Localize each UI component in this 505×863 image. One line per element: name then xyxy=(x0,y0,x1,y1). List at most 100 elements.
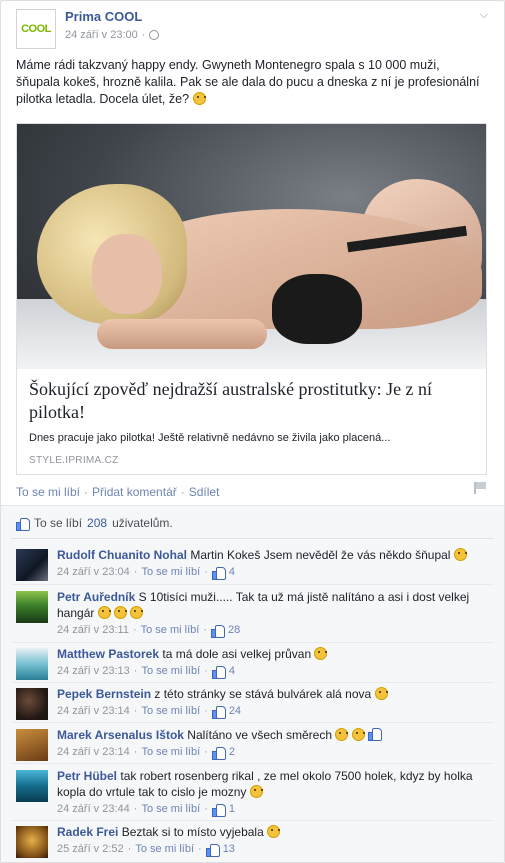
likes-suffix: uživatelům. xyxy=(112,516,173,530)
comments-section: To se líbí 208 uživatelům. Rudolf Chuani… xyxy=(1,506,504,862)
comment-like-count[interactable]: 13 xyxy=(223,841,235,857)
post-actions: To se mi líbí · Přidat komentář · Sdílet xyxy=(16,485,219,499)
smiley-icon xyxy=(130,606,144,619)
comment-time[interactable]: 24 září v 23:04 xyxy=(57,564,130,580)
like-button[interactable]: To se mi líbí xyxy=(16,485,80,499)
comment-like-button[interactable]: To se mi líbí xyxy=(141,801,200,817)
avatar[interactable] xyxy=(16,549,48,581)
post-message-text: Máme rádi takzvaný happy endy. Gwyneth M… xyxy=(16,58,480,106)
page-logo[interactable]: COOL xyxy=(16,9,56,49)
comment-author[interactable]: Radek Frei xyxy=(57,825,118,839)
meta-dot: · xyxy=(133,705,138,717)
comment-like-count[interactable]: 4 xyxy=(229,564,235,580)
comment-text: Nalítáno ve všech směrech xyxy=(187,728,333,742)
preview-title[interactable]: Šokující zpověď nejdražší australské pro… xyxy=(29,378,479,424)
comment-like-count[interactable]: 4 xyxy=(229,663,235,679)
preview-source: STYLE.IPRIMA.CZ xyxy=(29,455,119,466)
comment-like-count[interactable]: 24 xyxy=(229,703,241,719)
post-message: Máme rádi takzvaný happy endy. Gwyneth M… xyxy=(16,57,486,108)
avatar[interactable] xyxy=(16,770,48,802)
meta-dot: · xyxy=(204,566,208,578)
post-timestamp[interactable]: 24 září v 23:00 xyxy=(65,29,138,41)
thumbs-up-icon xyxy=(205,843,220,857)
meta-dot: · xyxy=(133,746,138,758)
comment-like-button[interactable]: To se mi líbí xyxy=(135,841,194,857)
comment-like-button[interactable]: To se mi líbí xyxy=(141,744,200,760)
comment-like-button[interactable]: To se mi líbí xyxy=(141,703,200,719)
divider xyxy=(11,642,494,643)
meta-dot: · xyxy=(127,843,132,855)
post-meta: 24 září v 23:00 · xyxy=(65,29,160,41)
comment-text: Beztak si to místo vyjebala xyxy=(121,825,264,839)
likes-summary: To se líbí 208 uživatelům. xyxy=(16,516,173,531)
post-header: COOL Prima COOL 24 září v 23:00 · ⌵ xyxy=(16,9,494,49)
comment-like-button[interactable]: To se mi líbí xyxy=(141,622,200,638)
thumbs-up-icon xyxy=(211,803,226,817)
comment-text: z této stránky se stává bulvárek alá nov… xyxy=(154,687,372,701)
preview-image[interactable] xyxy=(17,124,486,369)
divider xyxy=(11,682,494,683)
divider xyxy=(11,584,494,585)
flag-icon[interactable] xyxy=(474,482,486,494)
avatar[interactable] xyxy=(16,688,48,720)
comment-time[interactable]: 24 září v 23:13 xyxy=(57,663,130,679)
meta-dot: · xyxy=(133,803,138,815)
divider xyxy=(11,722,494,723)
meta-dot: · xyxy=(133,566,138,578)
avatar[interactable] xyxy=(16,591,48,623)
comment-like-button[interactable]: To se mi líbí xyxy=(141,663,200,679)
chevron-down-icon[interactable]: ⌵ xyxy=(480,9,488,22)
comment-author[interactable]: Marek Arsenalus Ištok xyxy=(57,728,184,742)
thumbs-up-icon xyxy=(16,517,30,531)
meta-dot: · xyxy=(141,29,146,41)
smiley-icon xyxy=(97,606,111,619)
divider xyxy=(11,763,494,764)
meta-dot: · xyxy=(204,803,208,815)
thumbs-up-icon xyxy=(211,665,226,679)
smiley-icon xyxy=(267,825,281,838)
meta-dot: · xyxy=(204,665,208,677)
thumbs-up-icon xyxy=(211,705,226,719)
link-preview[interactable]: Šokující zpověď nejdražší australské pro… xyxy=(16,123,487,475)
comment-author[interactable]: Pepek Bernstein xyxy=(57,687,151,701)
page-name-link[interactable]: Prima COOL xyxy=(65,9,142,24)
meta-dot: · xyxy=(198,843,202,855)
meta-dot: · xyxy=(203,624,207,636)
comment-button[interactable]: Přidat komentář xyxy=(92,485,177,499)
likes-prefix: To se líbí xyxy=(34,516,83,530)
smiley-icon xyxy=(249,785,263,798)
likes-count[interactable]: 208 xyxy=(87,516,107,530)
smiley-icon xyxy=(351,728,365,741)
divider xyxy=(11,538,494,539)
comment-like-count[interactable]: 28 xyxy=(228,622,240,638)
comment-text: ta má dole asi velkej průvan xyxy=(162,647,312,661)
comment-author[interactable]: Matthew Pastorek xyxy=(57,647,159,661)
avatar[interactable] xyxy=(16,826,48,858)
comment-time[interactable]: 24 září v 23:11 xyxy=(57,622,129,638)
share-button[interactable]: Sdílet xyxy=(189,485,220,499)
globe-icon xyxy=(149,30,160,40)
comment-like-count[interactable]: 2 xyxy=(229,744,235,760)
action-separator: · xyxy=(180,485,185,499)
smiley-icon xyxy=(335,728,349,741)
comment-like-count[interactable]: 1 xyxy=(229,801,235,817)
smiley-icon xyxy=(192,92,206,105)
comment-author[interactable]: Petr Hübel xyxy=(57,769,117,783)
smiley-icon xyxy=(453,548,467,561)
comment-time[interactable]: 25 září v 2:52 xyxy=(57,841,124,857)
comment-time[interactable]: 24 září v 23:14 xyxy=(57,744,130,760)
avatar[interactable] xyxy=(16,648,48,680)
comment-text: Martin Kokeš Jsem nevěděl že vás někdo š… xyxy=(190,548,451,562)
comment-author[interactable]: Petr Auředník xyxy=(57,590,135,604)
logo-text: COOL xyxy=(21,23,51,35)
thumbs-up-icon xyxy=(211,746,226,760)
comment-like-button[interactable]: To se mi líbí xyxy=(141,564,200,580)
preview-description: Dnes pracuje jako pilotka! Ještě relativ… xyxy=(29,432,391,444)
avatar[interactable] xyxy=(16,729,48,761)
divider xyxy=(11,820,494,821)
facebook-post-card: COOL Prima COOL 24 září v 23:00 · ⌵ Máme… xyxy=(0,0,505,863)
meta-dot: · xyxy=(133,665,138,677)
comment-time[interactable]: 24 září v 23:44 xyxy=(57,801,130,817)
comment-author[interactable]: Rudolf Chuanito Nohal xyxy=(57,548,187,562)
comment-time[interactable]: 24 září v 23:14 xyxy=(57,703,130,719)
